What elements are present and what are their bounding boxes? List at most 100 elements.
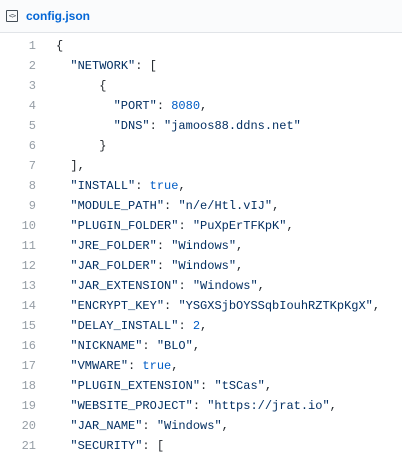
line-number[interactable]: 14: [0, 296, 36, 316]
punctuation-token: :: [192, 399, 208, 413]
string-token: "JRE_FOLDER": [70, 239, 157, 253]
line-number[interactable]: 18: [0, 376, 36, 396]
line-content: "SECURITY": [: [36, 436, 164, 456]
punctuation-token: [56, 239, 70, 253]
code-line: 1{: [0, 36, 402, 56]
code-line: 7 ],: [0, 156, 402, 176]
line-number[interactable]: 20: [0, 416, 36, 436]
line-number[interactable]: 2: [0, 56, 36, 76]
line-number[interactable]: 13: [0, 276, 36, 296]
punctuation-token: :: [156, 99, 172, 113]
punctuation-token: }: [56, 139, 107, 153]
code-line: 21 "SECURITY": [: [0, 436, 402, 456]
string-token: "VMWARE": [70, 359, 129, 373]
line-content: "INSTALL": true,: [36, 176, 185, 196]
string-token: "BLO": [156, 339, 193, 353]
string-token: "NETWORK": [70, 59, 136, 73]
punctuation-token: :: [164, 199, 179, 213]
punctuation-token: [56, 319, 70, 333]
code-line: 6 }: [0, 136, 402, 156]
line-content: "JRE_FOLDER": "Windows",: [36, 236, 243, 256]
code-line: 15 "DELAY_INSTALL": 2,: [0, 316, 402, 336]
string-token: "jamoos88.ddns.net": [164, 119, 301, 133]
punctuation-token: :: [178, 219, 193, 233]
punctuation-token: [56, 259, 70, 273]
line-content: "JAR_NAME": "Windows",: [36, 416, 228, 436]
string-token: "INSTALL": [70, 179, 136, 193]
string-token: "PuXpErTFKpK": [192, 219, 287, 233]
line-number[interactable]: 9: [0, 196, 36, 216]
string-token: "Windows": [171, 259, 237, 273]
string-token: "PORT": [113, 99, 157, 113]
punctuation-token: ,: [286, 219, 294, 233]
code-line: 19 "WEBSITE_PROJECT": "https://jrat.io",: [0, 396, 402, 416]
punctuation-token: [56, 439, 70, 453]
punctuation-token: [56, 359, 70, 373]
code-line: 8 "INSTALL": true,: [0, 176, 402, 196]
punctuation-token: ,: [236, 239, 244, 253]
punctuation-token: [56, 419, 70, 433]
line-number[interactable]: 6: [0, 136, 36, 156]
string-token: "MODULE_PATH": [70, 199, 165, 213]
punctuation-token: :: [128, 359, 143, 373]
code-line: 16 "NICKNAME": "BLO",: [0, 336, 402, 356]
punctuation-token: :: [156, 239, 172, 253]
string-token: "Windows": [192, 279, 258, 293]
file-name[interactable]: config.json: [26, 9, 90, 23]
punctuation-token: [56, 279, 70, 293]
punctuation-token: ,: [171, 359, 179, 373]
line-number[interactable]: 16: [0, 336, 36, 356]
line-number[interactable]: 3: [0, 76, 36, 96]
constant-token: true: [149, 179, 179, 193]
line-content: "JAR_EXTENSION": "Windows",: [36, 276, 264, 296]
punctuation-token: [56, 339, 70, 353]
line-content: "NICKNAME": "BLO",: [36, 336, 200, 356]
line-number[interactable]: 19: [0, 396, 36, 416]
punctuation-token: :: [200, 379, 215, 393]
punctuation-token: [56, 379, 70, 393]
string-token: "PLUGIN_EXTENSION": [70, 379, 201, 393]
line-number[interactable]: 8: [0, 176, 36, 196]
punctuation-token: :: [164, 299, 179, 313]
string-token: "JAR_FOLDER": [70, 259, 157, 273]
code-line: 13 "JAR_EXTENSION": "Windows",: [0, 276, 402, 296]
line-number[interactable]: 1: [0, 36, 36, 56]
punctuation-token: {: [56, 39, 64, 53]
string-token: "DNS": [113, 119, 150, 133]
code-line: 2 "NETWORK": [: [0, 56, 402, 76]
line-number[interactable]: 11: [0, 236, 36, 256]
line-content: "DNS": "jamoos88.ddns.net": [36, 116, 301, 136]
punctuation-token: ,: [272, 199, 280, 213]
line-number[interactable]: 12: [0, 256, 36, 276]
string-token: "https://jrat.io": [207, 399, 330, 413]
line-number[interactable]: 21: [0, 436, 36, 456]
punctuation-token: ,: [236, 259, 244, 273]
punctuation-token: :: [156, 259, 172, 273]
code-line: 20 "JAR_NAME": "Windows",: [0, 416, 402, 436]
code-line: 12 "JAR_FOLDER": "Windows",: [0, 256, 402, 276]
code-file-icon: <>: [6, 10, 18, 22]
line-content: "WEBSITE_PROJECT": "https://jrat.io",: [36, 396, 336, 416]
code-line: 18 "PLUGIN_EXTENSION": "tSCas",: [0, 376, 402, 396]
punctuation-token: ,: [192, 339, 201, 353]
string-token: "PLUGIN_FOLDER": [70, 219, 179, 233]
punctuation-token: {: [56, 79, 107, 93]
punctuation-token: [56, 59, 70, 73]
line-number[interactable]: 7: [0, 156, 36, 176]
line-content: {: [36, 76, 106, 96]
punctuation-token: ],: [56, 159, 85, 173]
code-line: 14 "ENCRYPT_KEY": "YSGXSjbOYSSqbIouhRZTK…: [0, 296, 402, 316]
line-content: "JAR_FOLDER": "Windows",: [36, 256, 243, 276]
line-number[interactable]: 15: [0, 316, 36, 336]
string-token: "SECURITY": [70, 439, 143, 453]
line-number[interactable]: 17: [0, 356, 36, 376]
punctuation-token: [56, 399, 70, 413]
line-number[interactable]: 4: [0, 96, 36, 116]
line-content: "MODULE_PATH": "n/e/Htl.vIJ",: [36, 196, 279, 216]
line-number[interactable]: 5: [0, 116, 36, 136]
file-header: <> config.json: [0, 0, 402, 33]
string-token: "NICKNAME": [70, 339, 143, 353]
string-token: "JAR_NAME": [70, 419, 143, 433]
punctuation-token: [56, 299, 70, 313]
line-number[interactable]: 10: [0, 216, 36, 236]
